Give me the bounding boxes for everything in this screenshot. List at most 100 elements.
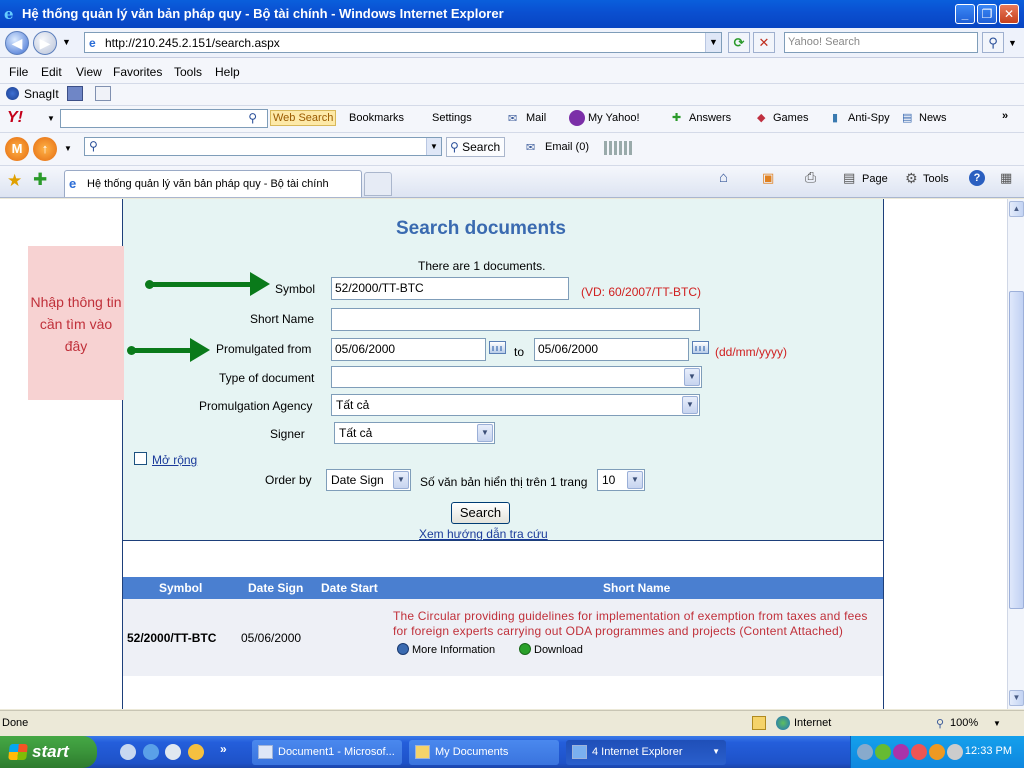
email-button[interactable]: Email (0) xyxy=(545,141,589,153)
date-to-input[interactable]: 05/06/2000 xyxy=(534,338,689,361)
answers-button[interactable]: Answers xyxy=(689,112,731,124)
menu-view[interactable]: View xyxy=(76,65,102,79)
search-options-icon[interactable]: ▼ xyxy=(1008,38,1017,48)
scroll-thumb[interactable] xyxy=(1009,291,1024,609)
address-dropdown-icon[interactable]: ▼ xyxy=(705,33,721,52)
task-my-documents[interactable]: My Documents xyxy=(409,740,559,765)
mail-menu-icon[interactable]: ▼ xyxy=(64,144,72,153)
minimize-button[interactable]: _ xyxy=(955,4,975,24)
symbol-input[interactable]: 52/2000/TT-BTC xyxy=(331,277,569,300)
menu-help[interactable]: Help xyxy=(215,65,240,79)
tray-icon[interactable] xyxy=(929,744,945,760)
show-desktop-icon[interactable] xyxy=(120,744,136,760)
tools-menu-button[interactable]: Tools xyxy=(923,173,949,185)
yahoo-logo-icon[interactable]: Y! xyxy=(7,109,23,127)
quicklaunch-overflow-icon[interactable]: » xyxy=(220,742,227,756)
snagit-editor-icon[interactable] xyxy=(95,86,111,101)
snagit-capture-icon[interactable] xyxy=(67,86,83,101)
research-icon[interactable]: ▦ xyxy=(1000,170,1012,186)
tray-icon[interactable] xyxy=(911,744,927,760)
column-date-sign[interactable]: Date Sign xyxy=(248,581,303,595)
refresh-icon[interactable]: ⟳ xyxy=(728,32,750,53)
yahoo-search-input[interactable]: Yahoo! Search xyxy=(784,32,978,53)
date-from-input[interactable]: 05/06/2000 xyxy=(331,338,486,361)
column-symbol[interactable]: Symbol xyxy=(159,581,202,595)
menu-file[interactable]: File xyxy=(9,65,28,79)
short-name-input[interactable] xyxy=(331,308,700,331)
help-icon[interactable]: ? xyxy=(969,170,985,186)
tray-icon[interactable] xyxy=(893,744,909,760)
news-button[interactable]: News xyxy=(919,112,947,124)
tray-icon[interactable] xyxy=(857,744,873,760)
expand-link[interactable]: Mở rộng xyxy=(152,453,197,467)
games-button[interactable]: Games xyxy=(773,112,808,124)
menu-favorites[interactable]: Favorites xyxy=(113,65,162,79)
page-menu-button[interactable]: Page xyxy=(862,173,888,185)
feeds-icon[interactable]: ▣ xyxy=(762,170,774,186)
stop-icon[interactable]: ✕ xyxy=(753,32,775,53)
favorites-star-icon[interactable]: ★ xyxy=(7,171,22,191)
scroll-down-icon[interactable]: ▼ xyxy=(1009,690,1024,706)
short-name-label: Short Name xyxy=(250,312,315,326)
mail-search-button[interactable]: ⚲ Search xyxy=(446,137,506,157)
clock[interactable]: 12:33 PM xyxy=(965,745,1012,757)
order-by-select[interactable]: Date Sign ▼ xyxy=(326,469,411,491)
close-button[interactable]: ✕ xyxy=(999,4,1019,24)
expand-checkbox[interactable] xyxy=(134,452,147,465)
address-bar[interactable]: e http://210.245.2.151/search.aspx ▼ xyxy=(84,32,722,53)
tray-icon[interactable] xyxy=(947,744,963,760)
toolbar-overflow-icon[interactable]: » xyxy=(1002,110,1008,122)
per-page-select[interactable]: 10 ▼ xyxy=(597,469,645,491)
menu-edit[interactable]: Edit xyxy=(41,65,62,79)
search-icon[interactable]: ⚲ xyxy=(982,32,1004,53)
more-information-link[interactable]: More Information xyxy=(397,643,495,656)
page-title: Search documents xyxy=(396,218,566,239)
home-icon[interactable]: ⌂ xyxy=(719,169,728,186)
yahoo-menu-icon[interactable]: ▼ xyxy=(47,114,55,123)
search-guide-link[interactable]: Xem hướng dẫn tra cứu xyxy=(419,527,548,541)
add-favorite-icon[interactable]: ✚ xyxy=(33,170,47,190)
type-of-document-select[interactable]: ▼ xyxy=(331,366,702,388)
zoom-level[interactable]: 100% xyxy=(950,717,978,729)
search-button[interactable]: Search xyxy=(451,502,510,524)
column-date-start[interactable]: Date Start xyxy=(321,581,378,595)
calendar-to-icon[interactable] xyxy=(692,341,709,354)
settings-button[interactable]: Settings xyxy=(432,112,472,124)
download-link[interactable]: Download xyxy=(519,643,583,656)
print-icon[interactable]: ⎙ xyxy=(805,169,816,186)
protected-mode-icon xyxy=(752,716,766,730)
vertical-scrollbar[interactable]: ▲ ▼ xyxy=(1007,199,1024,709)
new-tab-button[interactable] xyxy=(364,172,392,196)
task-document1[interactable]: Document1 - Microsof... xyxy=(252,740,402,765)
history-dropdown-icon[interactable]: ▼ xyxy=(62,37,71,47)
anti-spy-button[interactable]: Anti-Spy xyxy=(848,112,890,124)
mail-toolbar-search-input[interactable]: ⚲ ▼ xyxy=(84,137,442,156)
scroll-up-icon[interactable]: ▲ xyxy=(1009,201,1024,217)
dropdown-icon[interactable]: ▼ xyxy=(426,138,441,155)
my-yahoo-button[interactable]: My Yahoo! xyxy=(588,112,640,124)
column-short-name[interactable]: Short Name xyxy=(603,581,670,595)
yahoo-toolbar-search-input[interactable]: ⚲ xyxy=(60,109,268,128)
menu-tools[interactable]: Tools xyxy=(174,65,202,79)
start-button[interactable]: start xyxy=(0,736,97,768)
mail-button[interactable]: Mail xyxy=(526,112,546,124)
tray-icon[interactable] xyxy=(875,744,891,760)
calendar-from-icon[interactable] xyxy=(489,341,506,354)
promulgation-agency-select[interactable]: Tất cả ▼ xyxy=(331,394,700,416)
snagit-button[interactable]: SnagIt xyxy=(24,87,59,101)
row-short-name-link[interactable]: The Circular providing guidelines for im… xyxy=(393,609,881,639)
mail-logo-icon[interactable]: M xyxy=(5,137,29,161)
tab-current[interactable]: e Hệ thống quản lý văn bản pháp quy - Bộ… xyxy=(64,170,362,197)
signer-select[interactable]: Tất cả ▼ xyxy=(334,422,495,444)
web-search-button[interactable]: Web Search xyxy=(270,110,337,126)
bookmarks-button[interactable]: Bookmarks xyxy=(349,112,404,124)
up-arrow-icon[interactable]: ↑ xyxy=(33,137,57,161)
back-button[interactable]: ◀ xyxy=(5,31,29,55)
media-player-icon[interactable] xyxy=(165,744,181,760)
maximize-button[interactable]: ❐ xyxy=(977,4,997,24)
forward-button[interactable]: ▶ xyxy=(33,31,57,55)
ie-quicklaunch-icon[interactable] xyxy=(143,744,159,760)
messenger-icon[interactable] xyxy=(188,744,204,760)
task-internet-explorer[interactable]: 4 Internet Explorer ▼ xyxy=(566,740,726,765)
zoom-dropdown-icon[interactable]: ▼ xyxy=(993,719,1001,728)
